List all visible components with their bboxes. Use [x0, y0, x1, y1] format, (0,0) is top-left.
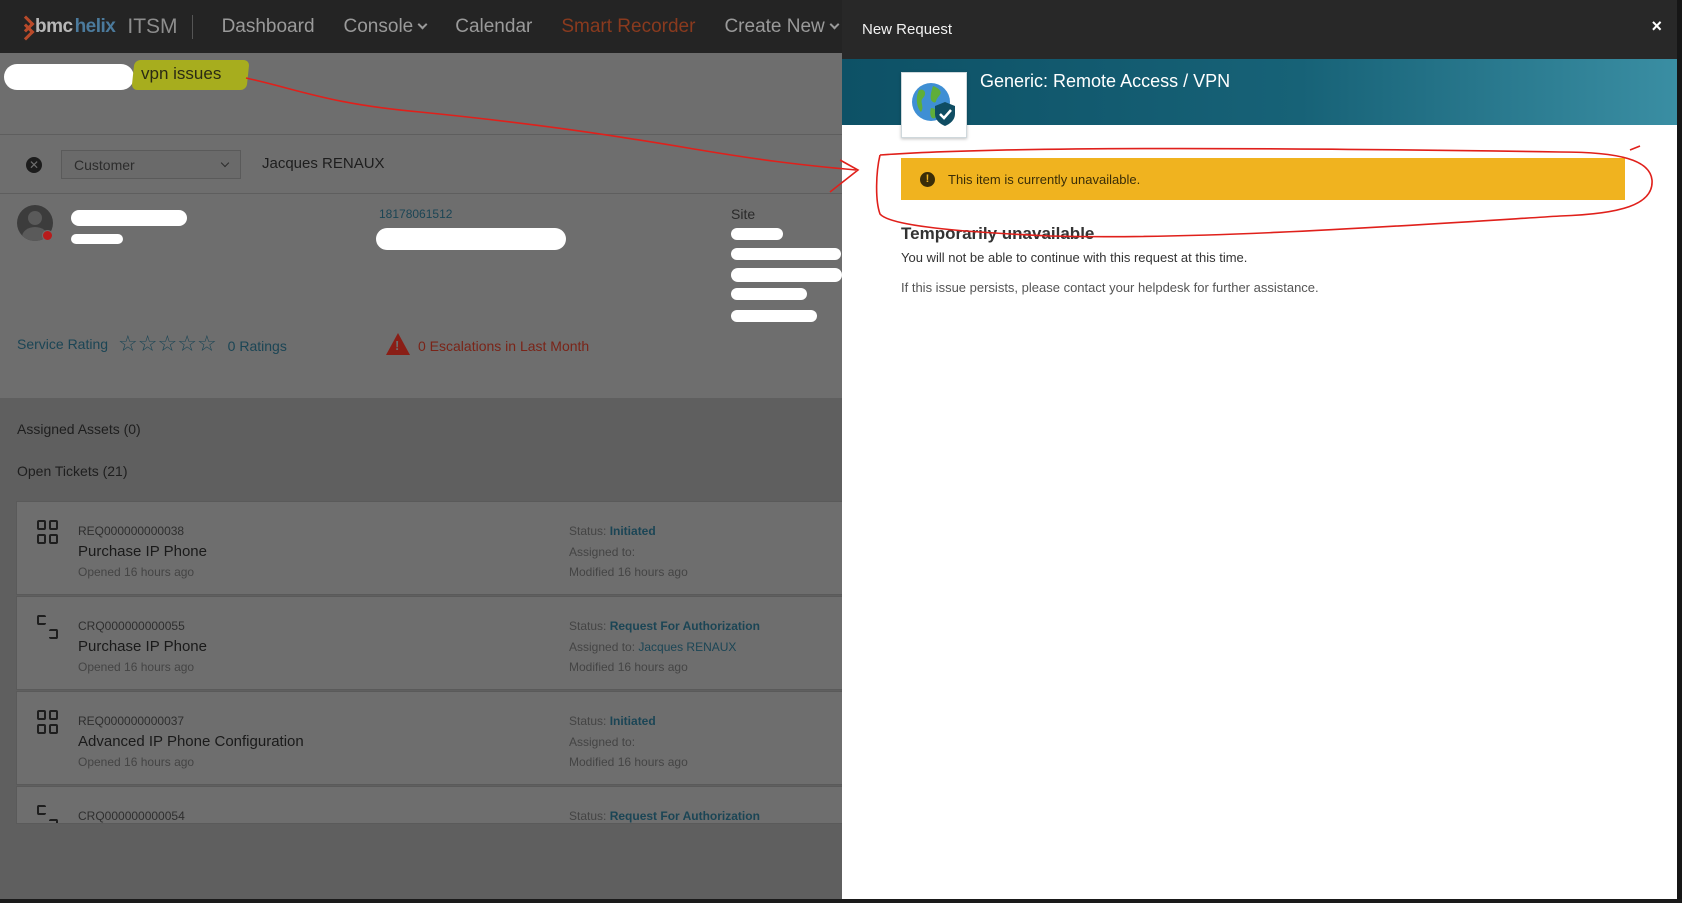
assigned-assets-label[interactable]: Assigned Assets (0) — [17, 421, 141, 437]
logo-helix-text: helix — [74, 15, 116, 37]
service-rating: Service Rating ☆☆☆☆☆ 0 Ratings — [17, 333, 287, 355]
ticket-title[interactable]: Purchase IP Phone — [78, 638, 207, 655]
escalations-link[interactable]: 0 Escalations in Last Month — [418, 338, 589, 354]
customer-phone[interactable]: 18178061512 — [379, 207, 452, 221]
ticket-id: REQ000000000038 — [78, 524, 185, 538]
nav-create-new-label: Create New — [724, 15, 825, 37]
ticket-card[interactable]: CRQ000000000055 Purchase IP Phone Opened… — [16, 596, 842, 690]
ticket-card[interactable]: REQ000000000037 Advanced IP Phone Config… — [16, 691, 842, 785]
customer-details-panel: Assigned Assets (0) Open Tickets (21) RE… — [0, 398, 842, 903]
ticket-status-label: Status: — [569, 619, 610, 633]
ticket-modified: Modified 16 hours ago — [569, 755, 688, 769]
ticket-id: CRQ000000000055 — [78, 619, 185, 633]
ticket-status: Status: Initiated — [569, 524, 656, 538]
ticket-assigned-label: Assigned to: — [569, 545, 636, 559]
ticket-opened: Opened 16 hours ago — [78, 755, 195, 769]
bmc-helix-logo[interactable]: bmc helix ITSM — [18, 14, 193, 39]
request-grid-icon — [37, 710, 59, 736]
ticket-modified: Modified 16 hours ago — [569, 660, 688, 674]
redacted-email — [376, 228, 566, 250]
helpdesk-message: If this issue persists, please contact y… — [901, 280, 1319, 295]
redacted-site-3 — [731, 268, 842, 282]
exclamation-icon: ! — [920, 172, 935, 187]
unavailable-message: You will not be able to continue with th… — [901, 250, 1248, 265]
ticket-opened: Opened 16 hours ago — [78, 565, 195, 579]
clear-customer-icon[interactable]: ✕ — [26, 157, 42, 173]
presence-status-dot — [42, 230, 53, 241]
ticket-status: Status: Request For Authorization — [569, 619, 760, 633]
ticket-title[interactable]: Advanced IP Phone Configuration — [78, 733, 304, 750]
chevron-down-icon — [220, 158, 230, 168]
nav-calendar[interactable]: Calendar — [455, 16, 532, 38]
customer-type-select[interactable]: Customer — [61, 150, 241, 179]
redacted-site-5 — [731, 310, 817, 322]
unavailable-heading: Temporarily unavailable — [901, 224, 1095, 243]
ticket-opened: Opened 16 hours ago — [78, 660, 195, 674]
redacted-customer-name — [4, 64, 134, 90]
close-icon[interactable]: × — [1651, 16, 1662, 37]
chevron-down-icon — [829, 19, 840, 30]
customer-name: Jacques RENAUX — [262, 155, 385, 172]
ticket-status-value: Initiated — [609, 524, 656, 538]
service-tile — [901, 72, 967, 138]
warning-triangle-icon: ! — [386, 333, 410, 355]
redacted-site-4 — [731, 288, 807, 300]
ticket-id: REQ000000000037 — [78, 714, 185, 728]
ticket-title[interactable]: Purchase IP Phone — [78, 543, 207, 560]
ticket-status: Status: Initiated — [569, 714, 656, 728]
request-grid-icon — [37, 520, 59, 546]
subject-text[interactable]: vpn issues — [141, 64, 221, 84]
itsm-app-background: bmc helix ITSM Dashboard Console Calenda… — [0, 0, 842, 903]
change-arrows-icon — [37, 805, 59, 823]
ticket-assigned: Assigned to: Jacques RENAUX — [569, 640, 736, 654]
top-navigation-bar: bmc helix ITSM Dashboard Console Calenda… — [0, 0, 842, 53]
app-name: ITSM — [127, 14, 193, 39]
rating-stars[interactable]: ☆☆☆☆☆ — [118, 333, 217, 355]
redacted-site-1 — [731, 228, 783, 240]
chevron-down-icon — [417, 19, 428, 30]
ticket-assignee[interactable]: Jacques RENAUX — [638, 640, 736, 654]
ticket-status-label: Status: — [569, 714, 610, 728]
redacted-contact-detail — [71, 234, 123, 244]
window-frame-right — [1677, 0, 1682, 903]
drawer-title: New Request — [862, 21, 953, 38]
service-title: Generic: Remote Access / VPN — [980, 71, 1231, 91]
ticket-card[interactable]: CRQ000000000054 Status: Request For Auth… — [16, 786, 842, 824]
ticket-assigned-label: Assigned to: — [569, 640, 639, 654]
ticket-status-value: Initiated — [609, 714, 656, 728]
ticket-status: Status: Request For Authorization — [569, 809, 760, 823]
nav-dashboard[interactable]: Dashboard — [222, 16, 315, 38]
nav-console[interactable]: Console — [343, 15, 428, 38]
ticket-card[interactable]: REQ000000000038 Purchase IP Phone Opened… — [16, 501, 842, 595]
open-tickets-label[interactable]: Open Tickets (21) — [17, 463, 128, 479]
nav-console-label: Console — [343, 15, 414, 37]
ticket-modified: Modified 16 hours ago — [569, 565, 688, 579]
nav-smart-recorder[interactable]: Smart Recorder — [561, 16, 695, 38]
customer-type-value: Customer — [74, 157, 135, 173]
ticket-assigned: Assigned to: — [569, 545, 635, 559]
ticket-status-label: Status: — [569, 524, 610, 538]
alert-text: This item is currently unavailable. — [948, 172, 1141, 187]
ticket-status-value: Request For Authorization — [609, 619, 760, 633]
logo-bmc-text: bmc — [35, 15, 73, 37]
ticket-assigned: Assigned to: — [569, 735, 635, 749]
new-request-drawer: New Request × Generic: Remote Access / V… — [842, 0, 1677, 899]
bmc-logo-icon — [18, 16, 32, 38]
window-frame-bottom — [0, 899, 1682, 903]
site-label: Site — [731, 206, 756, 222]
ticket-status-label: Status: — [569, 809, 610, 823]
ticket-id: CRQ000000000054 — [78, 809, 185, 823]
service-rating-label: Service Rating — [17, 336, 109, 352]
nav-create-new[interactable]: Create New — [724, 15, 840, 38]
redacted-site-2 — [731, 248, 841, 260]
redacted-contact-name — [71, 210, 187, 226]
ratings-count-link[interactable]: 0 Ratings — [228, 338, 287, 354]
service-banner — [842, 59, 1677, 125]
globe-shield-icon — [912, 83, 955, 126]
drawer-header: New Request × — [842, 0, 1677, 59]
ticket-assigned-label: Assigned to: — [569, 735, 636, 749]
ticket-status-value: Request For Authorization — [609, 809, 760, 823]
unavailable-alert: ! This item is currently unavailable. — [901, 158, 1625, 200]
change-arrows-icon — [37, 615, 59, 641]
